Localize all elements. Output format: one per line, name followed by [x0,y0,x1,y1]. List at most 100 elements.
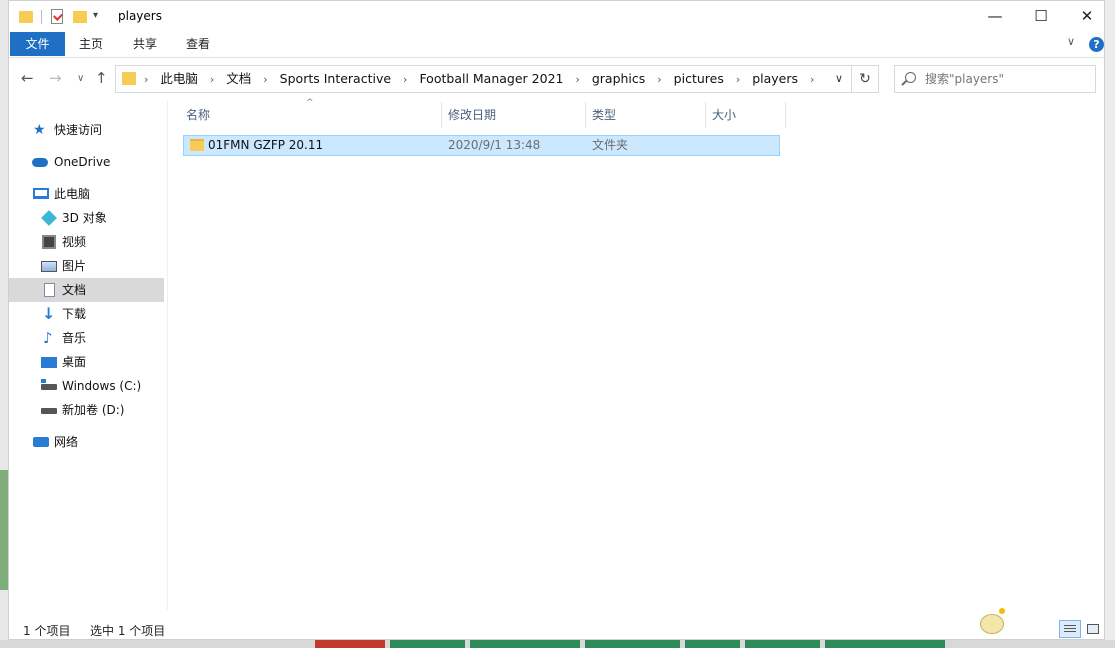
breadcrumb-separator[interactable]: › [575,67,579,93]
sidebar-item-this-pc[interactable]: 此电脑 [9,182,164,206]
file-type: 文件夹 [592,138,629,152]
drive-icon [41,379,57,390]
folder-icon [19,11,33,23]
column-divider[interactable] [705,102,706,128]
breadcrumb-documents[interactable]: 文档 [226,66,251,92]
properties-icon[interactable] [51,9,63,24]
sidebar-item-label: 快速访问 [54,123,103,137]
breadcrumb-football-manager[interactable]: Football Manager 2021 [419,66,563,92]
sidebar-item-label: 文档 [62,283,87,297]
breadcrumb-separator: › [144,73,149,86]
breadcrumb-pictures[interactable]: pictures [674,66,724,92]
sidebar-item-label: 音乐 [62,331,87,345]
file-name: 01FMN GZFP 20.11 [208,138,324,152]
video-icon [42,235,56,249]
sidebar-item-label: 视频 [62,235,87,249]
sidebar-item-label: OneDrive [54,155,111,169]
breadcrumb-sports-interactive[interactable]: Sports Interactive [280,66,391,92]
sidebar-item-label: 网络 [54,435,79,449]
item-count: 1 个项目 [23,624,71,638]
sidebar-item-label: 3D 对象 [62,211,107,225]
breadcrumb-separator[interactable]: › [810,67,814,93]
column-header-modified[interactable]: 修改日期 [448,100,496,128]
tab-home[interactable]: 主页 [67,32,115,56]
sidebar-item-desktop[interactable]: 桌面 [9,350,164,374]
mascot-icon [978,608,1008,634]
search-input[interactable] [925,66,1090,92]
file-modified-date: 2020/9/1 13:48 [448,138,541,152]
breadcrumb-separator[interactable]: › [210,67,214,93]
sidebar-item-drive-d[interactable]: 新加卷 (D:) [9,398,164,422]
column-divider[interactable] [785,102,786,128]
drive-icon [41,408,57,414]
breadcrumb-players[interactable]: players [752,66,798,92]
ribbon-tabs: 文件 主页 共享 查看 ∨ ? [9,32,1104,58]
computer-icon [33,188,49,199]
folder-icon [122,72,136,85]
tab-share[interactable]: 共享 [121,32,169,56]
cloud-icon [32,158,48,167]
column-header-name[interactable]: 名称 [186,100,210,128]
sidebar-item-downloads[interactable]: ↓ 下载 [9,302,164,326]
column-header-size[interactable]: 大小 [712,100,736,128]
refresh-button[interactable]: ↻ [851,65,879,93]
sidebar-item-videos[interactable]: 视频 [9,230,164,254]
navigation-bar: ← → ∨ ↑ › 此电脑 › 文档 › Sports Interactive … [9,58,1104,100]
breadcrumb-separator[interactable]: › [657,67,661,93]
window-title: players [118,9,162,23]
close-button[interactable]: ✕ [1064,1,1110,31]
quick-access-divider [41,10,42,24]
new-folder-icon[interactable] [73,11,87,23]
breadcrumb-this-pc[interactable]: 此电脑 [160,66,198,92]
sidebar-item-3d-objects[interactable]: 3D 对象 [9,206,164,230]
sidebar-item-network[interactable]: 网络 [9,430,164,454]
forward-arrow-icon[interactable]: → [49,69,62,87]
tab-view[interactable]: 查看 [174,32,222,56]
sidebar-item-label: 新加卷 (D:) [62,403,125,417]
minimize-button[interactable]: — [972,1,1018,31]
sidebar-item-label: Windows (C:) [62,379,142,393]
sidebar-item-quick-access[interactable]: ★ 快速访问 [9,118,164,142]
up-arrow-icon[interactable]: ↑ [95,69,108,87]
breadcrumb-separator[interactable]: › [736,67,740,93]
address-bar[interactable]: › 此电脑 › 文档 › Sports Interactive › Footba… [115,65,852,93]
title-bar: ▾ players — ☐ ✕ [9,1,1104,33]
document-icon [44,283,55,297]
star-icon: ★ [33,122,46,138]
column-header-type[interactable]: 类型 [592,100,616,128]
column-divider[interactable] [585,102,586,128]
desktop-icon [41,357,57,368]
breadcrumb-separator[interactable]: › [263,67,267,93]
back-arrow-icon[interactable]: ← [21,69,34,87]
maximize-button[interactable]: ☐ [1018,1,1064,31]
address-dropdown-icon[interactable]: ∨ [835,72,843,85]
background-left-edge [0,0,8,648]
music-icon: ♪ [43,329,53,347]
sidebar-item-label: 桌面 [62,355,87,369]
sidebar-item-onedrive[interactable]: OneDrive [9,150,164,174]
download-icon: ↓ [42,304,56,323]
sidebar-item-pictures[interactable]: 图片 [9,254,164,278]
large-icons-view-icon[interactable] [1084,620,1102,638]
details-view-icon[interactable] [1059,620,1081,638]
sidebar-item-drive-c[interactable]: Windows (C:) [9,374,164,398]
chevron-down-icon[interactable]: ∨ [1067,35,1075,48]
cube-icon [41,210,57,226]
column-divider[interactable] [441,102,442,128]
sidebar-item-documents[interactable]: 文档 [9,278,164,302]
explorer-window: ▾ players — ☐ ✕ 文件 主页 共享 查看 ∨ ? ← → ∨ ↑ … [8,0,1105,640]
sidebar-item-label: 图片 [62,259,87,273]
recent-locations-chevron-icon[interactable]: ∨ [77,73,84,84]
customize-dropdown-icon[interactable]: ▾ [93,10,98,26]
table-row[interactable]: 01FMN GZFP 20.11 2020/9/1 13:48 文件夹 [183,135,780,156]
tab-file[interactable]: 文件 [10,32,65,56]
sidebar-item-music[interactable]: ♪ 音乐 [9,326,164,350]
search-icon [905,72,916,83]
status-bar: 1 个项目 选中 1 个项目 [9,617,1104,641]
help-icon[interactable]: ? [1089,37,1104,52]
breadcrumb-graphics[interactable]: graphics [592,66,645,92]
search-box[interactable] [894,65,1096,93]
picture-icon [41,261,57,272]
breadcrumb-separator[interactable]: › [403,67,407,93]
sort-ascending-icon: ^ [306,98,314,108]
